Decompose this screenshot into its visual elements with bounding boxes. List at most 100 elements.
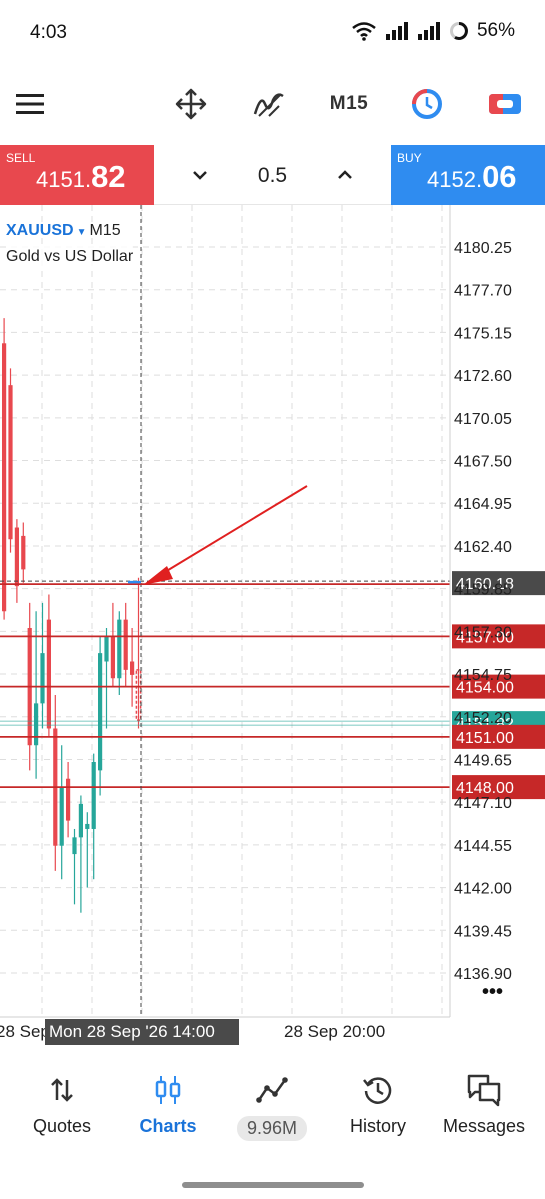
candle-body[interactable] xyxy=(78,803,83,838)
timeframe-button[interactable]: M15 xyxy=(322,84,376,124)
price-axis-label: 4162.40 xyxy=(454,539,512,556)
candle-body[interactable] xyxy=(14,527,19,587)
status-time: 4:03 xyxy=(30,22,67,43)
new-order-button[interactable] xyxy=(486,84,524,124)
price-axis-label: 4159.85 xyxy=(454,582,512,599)
price-chart[interactable]: 4151.82 4157.00 4154.00 4151.00 4148.00 4160… xyxy=(0,205,545,1050)
nav-quotes-label: Quotes xyxy=(32,1116,92,1136)
one-click-trading-icon xyxy=(412,89,442,119)
price-axis-label: 4170.05 xyxy=(454,411,512,428)
indicators-button[interactable] xyxy=(250,84,288,124)
sell-price: 4151.82 xyxy=(36,159,126,195)
one-click-trading-button[interactable] xyxy=(408,84,446,124)
nav-charts[interactable]: Charts xyxy=(113,1072,223,1137)
price-axis-label: 4142.00 xyxy=(454,881,512,898)
nav-trade[interactable]: 9.96M xyxy=(217,1072,327,1141)
price-axis-label: 4152.20 xyxy=(454,710,512,727)
candle-body[interactable] xyxy=(130,661,135,675)
status-bar: 4:03 56% xyxy=(0,0,545,66)
annotation-arrow-line xyxy=(159,485,308,576)
buy-price-prefix: 4152. xyxy=(427,167,483,192)
candle-body[interactable] xyxy=(59,787,64,846)
home-indicator[interactable] xyxy=(182,1182,364,1188)
battery-percent: 56% xyxy=(476,20,515,41)
more-options-icon[interactable]: ••• xyxy=(482,981,503,1003)
volume-increase-button[interactable] xyxy=(329,159,361,191)
price-axis-label: 4164.95 xyxy=(454,496,512,513)
candle-body[interactable] xyxy=(98,653,103,771)
chevron-down-icon xyxy=(193,171,207,180)
candle-body[interactable] xyxy=(8,385,13,540)
signal-icon xyxy=(385,22,408,40)
crosshair-time-label: Mon 28 Sep '26 14:00 xyxy=(49,1022,215,1041)
candle-body[interactable] xyxy=(1,343,7,612)
new-order-icon xyxy=(489,94,521,114)
price-axis-label: 4139.45 xyxy=(454,923,512,940)
nav-messages[interactable]: Messages xyxy=(429,1072,539,1137)
price-axis-label: 4167.50 xyxy=(454,454,512,471)
price-axis-label: 4177.70 xyxy=(454,283,512,300)
wifi-icon xyxy=(352,22,376,41)
volume-control: 0.5 xyxy=(154,145,391,205)
symbol-timeframe: M15 xyxy=(89,222,121,239)
candle-body[interactable] xyxy=(40,653,45,704)
candle-body[interactable] xyxy=(72,837,77,855)
symbol-caret-icon: ▼ xyxy=(76,227,87,238)
chart-toolbar: M15 xyxy=(0,66,545,144)
nav-quotes[interactable]: Quotes xyxy=(7,1072,117,1137)
move-arrows-icon xyxy=(175,88,207,120)
sell-label: SELL xyxy=(6,151,36,165)
time-axis-label-right: 28 Sep 20:00 xyxy=(284,1022,385,1041)
candles-icon xyxy=(155,1076,181,1104)
candle-body[interactable] xyxy=(66,778,71,821)
price-axis-label: 4154.75 xyxy=(454,667,512,684)
messages-icon xyxy=(467,1074,501,1107)
candle-body[interactable] xyxy=(123,619,128,670)
price-axis-label: 4147.10 xyxy=(454,795,512,812)
symbol-info: XAUUSD ▼ M15 Gold vs US Dollar xyxy=(6,219,134,269)
crosshair-move-button[interactable] xyxy=(172,84,210,124)
price-axis-label: 4180.25 xyxy=(454,240,512,257)
signal-icon-2 xyxy=(417,22,440,40)
candle-body[interactable] xyxy=(104,636,109,662)
candle-body[interactable] xyxy=(117,619,122,679)
symbol-description: Gold vs US Dollar xyxy=(6,245,134,269)
trade-line-icon xyxy=(256,1077,288,1103)
nav-history-label: History xyxy=(349,1116,406,1136)
nav-messages-label: Messages xyxy=(442,1116,526,1136)
volume-badge: 9.96M xyxy=(236,1116,308,1141)
hamburger-icon xyxy=(16,94,44,114)
price-level-label: 4151.00 xyxy=(456,730,514,747)
candle-body[interactable] xyxy=(34,703,39,746)
indicator-icon xyxy=(253,93,284,117)
candle-body[interactable] xyxy=(110,636,115,679)
status-icons: 56% xyxy=(351,20,515,42)
symbol-name[interactable]: XAUUSD xyxy=(6,222,74,239)
candle-body[interactable] xyxy=(85,823,90,829)
buy-price-pips: 06 xyxy=(482,159,517,194)
buy-label: BUY xyxy=(397,151,422,165)
quotes-arrows-icon xyxy=(51,1078,73,1102)
time-axis-label-left: 28 Sep xyxy=(0,1022,50,1041)
history-clock-icon xyxy=(363,1077,392,1104)
price-axis-label: 4149.65 xyxy=(454,752,512,769)
sell-button[interactable]: SELL 4151.82 xyxy=(0,145,154,205)
price-axis-label: 4157.30 xyxy=(454,624,512,641)
price-axis-label: 4144.55 xyxy=(454,838,512,855)
price-axis-label: 4175.15 xyxy=(454,325,512,342)
nav-history[interactable]: History xyxy=(323,1072,433,1137)
one-click-trade-panel: SELL 4151.82 0.5 BUY 4152.06 xyxy=(0,145,545,205)
nav-charts-label: Charts xyxy=(139,1116,197,1136)
battery-icon xyxy=(449,22,468,40)
chevron-up-icon xyxy=(338,170,352,179)
price-axis-label: 4172.60 xyxy=(454,368,512,385)
chart-canvas[interactable]: 4151.824157.004154.004151.004148.00 4160… xyxy=(0,205,545,1050)
sell-price-pips: 82 xyxy=(91,159,126,194)
sell-price-prefix: 4151. xyxy=(36,167,92,192)
volume-decrease-button[interactable] xyxy=(184,159,216,191)
candle-body[interactable] xyxy=(91,761,96,829)
buy-button[interactable]: BUY 4152.06 xyxy=(391,145,545,205)
menu-button[interactable] xyxy=(12,84,48,124)
candle-body[interactable] xyxy=(21,535,26,570)
volume-value[interactable]: 0.5 xyxy=(224,164,321,188)
